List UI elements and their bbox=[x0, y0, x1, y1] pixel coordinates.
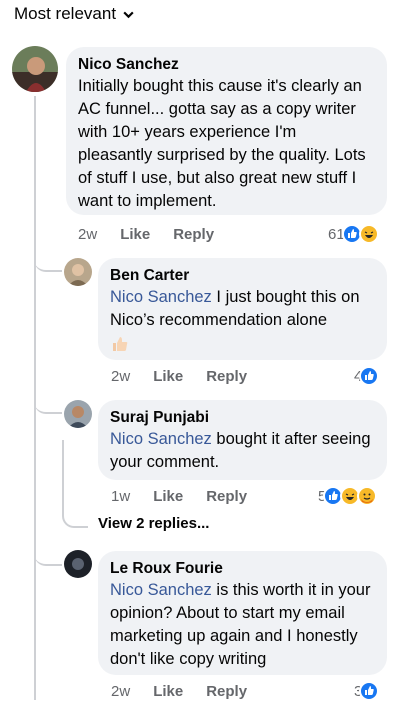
reply-button[interactable]: Reply bbox=[206, 368, 247, 385]
reply-button[interactable]: Reply bbox=[206, 488, 247, 505]
comment-actions: 2w Like Reply bbox=[111, 368, 247, 385]
avatar[interactable] bbox=[64, 400, 92, 428]
thumbs-up-emoji-icon bbox=[110, 334, 375, 359]
chevron-down-icon bbox=[123, 11, 134, 18]
comment-text: Nico Sanchez I just bought this on Nico’… bbox=[110, 288, 360, 329]
comment-bubble: Suraj Punjabi Nico Sanchez bought it aft… bbox=[98, 400, 387, 480]
sort-dropdown[interactable]: Most relevant bbox=[14, 4, 135, 24]
comment-text: Initially bought this cause it's clearly… bbox=[78, 77, 366, 210]
avatar[interactable] bbox=[64, 550, 92, 578]
view-replies-link[interactable]: View 2 replies... bbox=[98, 515, 209, 532]
haha-reaction-icon bbox=[358, 224, 379, 244]
comment-actions: 1w Like Reply bbox=[111, 488, 247, 505]
reply-button[interactable]: Reply bbox=[173, 226, 214, 243]
reaction-summary[interactable]: 4 bbox=[354, 366, 380, 386]
reaction-summary[interactable]: 3 bbox=[354, 681, 380, 701]
like-button[interactable]: Like bbox=[120, 226, 150, 243]
avatar[interactable] bbox=[12, 46, 58, 92]
comment-author[interactable]: Nico Sanchez bbox=[78, 55, 375, 75]
reaction-summary[interactable]: 5 bbox=[318, 486, 378, 506]
comment-bubble: Ben Carter Nico Sanchez I just bought th… bbox=[98, 258, 387, 360]
comment-time[interactable]: 2w bbox=[78, 226, 97, 243]
like-button[interactable]: Like bbox=[153, 683, 183, 700]
reply-connector bbox=[34, 250, 62, 272]
reply-connector bbox=[62, 440, 88, 528]
like-button[interactable]: Like bbox=[153, 488, 183, 505]
avatar[interactable] bbox=[64, 258, 92, 286]
like-button[interactable]: Like bbox=[153, 368, 183, 385]
comment-time[interactable]: 1w bbox=[111, 488, 130, 505]
reply-connector bbox=[34, 392, 62, 414]
sort-label: Most relevant bbox=[14, 4, 117, 23]
comment-author[interactable]: Suraj Punjabi bbox=[110, 408, 375, 428]
mention-link[interactable]: Nico Sanchez bbox=[110, 288, 212, 306]
comment-actions: 2w Like Reply bbox=[111, 683, 247, 700]
comment-text: Nico Sanchez is this worth it in your op… bbox=[110, 581, 371, 668]
comment-author[interactable]: Ben Carter bbox=[110, 266, 375, 286]
mention-link[interactable]: Nico Sanchez bbox=[110, 430, 212, 448]
comment-text: Nico Sanchez bought it after seeing your… bbox=[110, 430, 371, 471]
mention-link[interactable]: Nico Sanchez bbox=[110, 581, 212, 599]
comment-time[interactable]: 2w bbox=[111, 368, 130, 385]
care-reaction-icon bbox=[357, 486, 378, 506]
comment-bubble: Nico Sanchez Initially bought this cause… bbox=[66, 47, 387, 215]
like-reaction-icon bbox=[359, 366, 380, 386]
reaction-summary[interactable]: 61 bbox=[328, 224, 379, 244]
comment-bubble: Le Roux Fourie Nico Sanchez is this wort… bbox=[98, 551, 387, 675]
comment-time[interactable]: 2w bbox=[111, 683, 130, 700]
reply-connector bbox=[34, 538, 62, 566]
comment-author[interactable]: Le Roux Fourie bbox=[110, 559, 375, 579]
comment-actions: 2w Like Reply bbox=[78, 226, 214, 243]
reply-button[interactable]: Reply bbox=[206, 683, 247, 700]
like-reaction-icon bbox=[359, 681, 380, 701]
